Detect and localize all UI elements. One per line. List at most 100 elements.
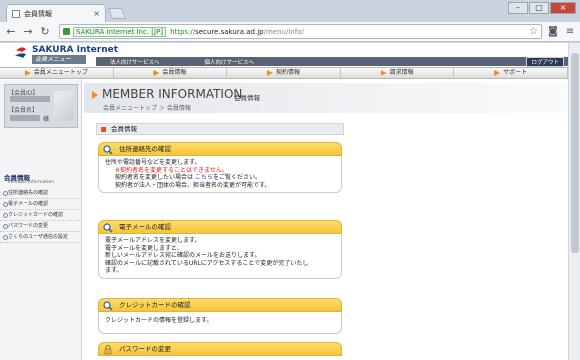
- forward-icon[interactable]: →: [21, 25, 35, 39]
- card-text: 電子メールを変更しますと、: [105, 244, 183, 252]
- magnifier-icon: [103, 223, 113, 233]
- card-title: クレジットカードの確認: [119, 301, 191, 309]
- card-email-body: 電子メールアドレスを変更します。 電子メールを変更しますと、 新しいメールアドレ…: [98, 234, 342, 279]
- arrow-icon: [24, 70, 31, 76]
- sidebar: 【会員ID】 【会員名】 様 会員情報 Member information 住…: [0, 80, 82, 360]
- nav-label: 会員情報: [162, 69, 187, 76]
- url-scheme: https://: [170, 27, 196, 36]
- card-text: 契約者が法人・団体の場合、担当者名の変更が可能です。: [115, 181, 271, 189]
- site-logo-subtitle: 会員メニュー: [32, 55, 86, 64]
- magnifier-icon: [103, 145, 113, 155]
- card-text: ます。: [105, 267, 123, 274]
- section-heading: 会員情報: [96, 123, 344, 135]
- arrow-icon: [380, 70, 387, 76]
- camera-icon[interactable]: ◙: [547, 26, 559, 38]
- ev-certificate-badge[interactable]: SAKURA Internet Inc. [JP]: [73, 26, 167, 37]
- favicon-icon: [12, 9, 20, 18]
- window-controls: – □ ×: [508, 2, 576, 14]
- member-name-masked: [10, 115, 40, 121]
- minimize-button[interactable]: –: [508, 2, 528, 14]
- logout-button[interactable]: ログアウト: [526, 56, 564, 67]
- sidebar-item-password[interactable]: パスワードの変更: [0, 221, 82, 232]
- card-email-header[interactable]: 電子メールの確認: [98, 220, 342, 234]
- magnifier-icon: [103, 301, 113, 311]
- card-address-body: 住所や電話番号などを変更します。 ※契約者名を変更することはできません。 契約者…: [98, 156, 342, 193]
- card-address-header[interactable]: 住所連絡先の確認: [98, 142, 342, 156]
- new-tab-button[interactable]: [107, 8, 127, 19]
- address-bar[interactable]: SAKURA Internet Inc. [JP] https:// secur…: [59, 24, 542, 39]
- global-nav: 会員メニュートップ 会員情報 契約情報 請求情報 サポート: [0, 67, 568, 79]
- close-window-button[interactable]: ×: [550, 2, 576, 14]
- nav-member-info[interactable]: 会員情報: [114, 68, 228, 78]
- browser-tab[interactable]: 会員情報 ×: [6, 4, 106, 22]
- sidebar-list: 住所連絡先の確認 電子メールの確認 クレジットカードの確認 パスワードの変更 さ…: [0, 188, 82, 243]
- card-text: 契約者名を変更したい場合は こちらをご覧ください。: [105, 174, 335, 182]
- card-warning: ※契約者名を変更することはできません。: [115, 166, 228, 174]
- card-text: 住所や電話番号などを変更します。: [105, 159, 201, 166]
- card-credit: クレジットカードの確認 クレジットカードの情報を登録します。: [98, 298, 342, 334]
- arrow-icon: [153, 70, 160, 76]
- sidebar-item-email[interactable]: 電子メールの確認: [0, 199, 82, 210]
- back-icon[interactable]: ←: [4, 25, 18, 39]
- page-title-bar: MEMBER INFORMATION 会員情報 会員メニュートップ ＞ 会員情報: [84, 83, 568, 113]
- card-title: パスワードの変更: [119, 345, 171, 353]
- nav-billing-info[interactable]: 請求情報: [341, 68, 455, 78]
- card-text: 電子メールアドレスを変更します。: [105, 237, 201, 244]
- browser-tabbar: 会員情報 × – □ ×: [0, 0, 580, 22]
- site-header: SAKURA Internet 会員メニュー 法人向けサービスへ 個人向けサービ…: [0, 43, 568, 67]
- member-card-decoration: [54, 91, 74, 121]
- url-host: secure.sakura.ad.jp: [195, 27, 264, 36]
- url-path: /menu/info/: [263, 27, 304, 36]
- here-link[interactable]: こちら: [195, 174, 213, 181]
- card-text: 確認のメールに記載されているURLにアクセスすることで変更が完了いたし: [105, 259, 309, 267]
- corporate-services-link[interactable]: 法人向けサービスへ: [110, 58, 160, 66]
- member-id-masked: [10, 96, 50, 102]
- page-title: MEMBER INFORMATION: [102, 87, 243, 101]
- browser-toolbar: ← → ↻ SAKURA Internet Inc. [JP] https://…: [0, 22, 580, 42]
- bookmark-star-icon[interactable]: ☆: [529, 26, 538, 37]
- title-arrow-icon: [92, 91, 98, 99]
- nav-contract-info[interactable]: 契約情報: [227, 68, 341, 78]
- nav-label: サポート: [503, 69, 528, 76]
- arrow-icon: [494, 70, 501, 76]
- card-password-header[interactable]: パスワードの変更: [98, 342, 342, 356]
- arrow-icon: [266, 70, 273, 76]
- tab-close-icon[interactable]: ×: [93, 9, 100, 18]
- menu-icon[interactable]: ≡: [564, 26, 576, 38]
- card-text: 新しいメールアドレス宛に確認のメールをお送りします。: [105, 252, 261, 259]
- page-title-jp: 会員情報: [234, 94, 260, 102]
- sidebar-item-newsletter[interactable]: さくらのユーザ通信の設定: [0, 232, 82, 243]
- card-email: 電子メールの確認 電子メールアドレスを変更します。 電子メールを変更しますと、 …: [98, 220, 342, 279]
- maximize-button[interactable]: □: [529, 2, 549, 14]
- lock-icon: [63, 28, 70, 35]
- card-credit-header[interactable]: クレジットカードの確認: [98, 298, 342, 312]
- web-page: SAKURA Internet 会員メニュー 法人向けサービスへ 個人向けサービ…: [0, 43, 568, 360]
- section-bullet-icon: [101, 127, 106, 132]
- member-name-label: 【会員名】: [8, 107, 39, 114]
- nav-label: 会員メニュートップ: [33, 69, 88, 76]
- card-address: 住所連絡先の確認 住所や電話番号などを変更します。 ※契約者名を変更することはで…: [98, 142, 342, 193]
- reload-icon[interactable]: ↻: [38, 25, 52, 39]
- card-text: クレジットカードの情報を登録します。: [105, 317, 213, 324]
- scrollbar-thumb[interactable]: [571, 53, 579, 253]
- sidebar-item-address[interactable]: 住所連絡先の確認: [0, 188, 82, 199]
- vertical-scrollbar[interactable]: [568, 43, 580, 360]
- nav-label: 契約情報: [275, 69, 300, 76]
- padlock-icon: [104, 345, 112, 355]
- sidebar-section-subtitle: Member information: [8, 180, 54, 185]
- service-topbar: 法人向けサービスへ 個人向けサービスへ ログアウト: [96, 56, 568, 67]
- personal-services-link[interactable]: 個人向けサービスへ: [205, 58, 255, 66]
- member-card: 【会員ID】 【会員名】 様: [4, 84, 78, 128]
- sidebar-item-credit-card[interactable]: クレジットカードの確認: [0, 210, 82, 221]
- card-title: 電子メールの確認: [119, 223, 171, 231]
- card-text-part: 契約者名を変更したい場合は: [115, 174, 195, 181]
- nav-menu-top[interactable]: 会員メニュートップ: [0, 68, 114, 78]
- section-heading-label: 会員情報: [111, 125, 137, 133]
- tab-title: 会員情報: [24, 9, 52, 18]
- card-credit-body: クレジットカードの情報を登録します。: [98, 312, 342, 334]
- breadcrumb[interactable]: 会員メニュートップ ＞ 会員情報: [103, 103, 191, 112]
- site-logo-text[interactable]: SAKURA Internet: [32, 45, 118, 55]
- nav-label: 請求情報: [389, 69, 414, 76]
- card-title: 住所連絡先の確認: [119, 145, 171, 153]
- nav-support[interactable]: サポート: [454, 68, 568, 78]
